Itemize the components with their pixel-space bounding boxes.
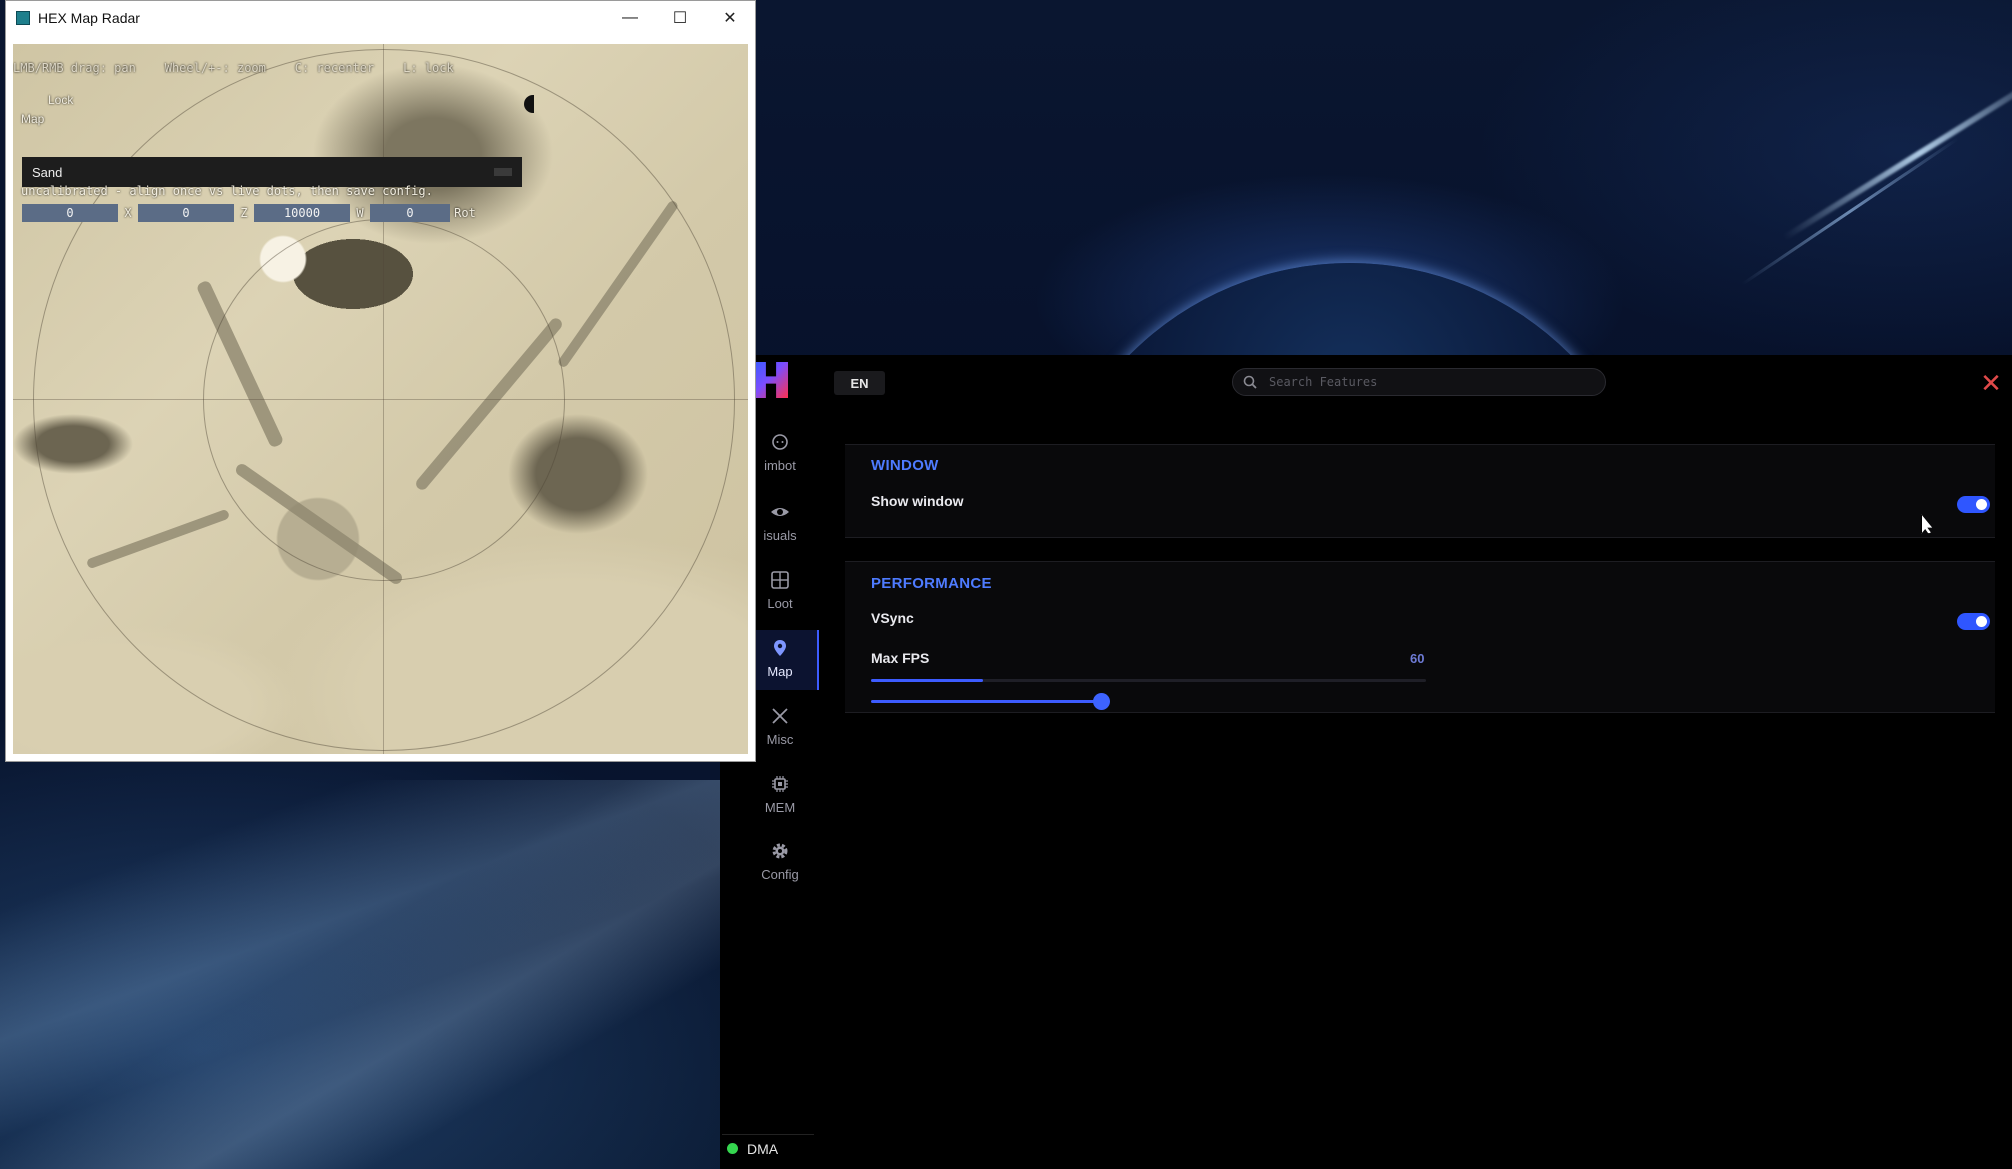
nav-item-mem[interactable]: MEM xyxy=(740,774,820,815)
loot-grid-icon xyxy=(771,571,789,589)
max-fps-value: 60 xyxy=(1410,651,1425,666)
offset-x-label: X xyxy=(124,206,132,220)
section-performance: PERFORMANCE VSync Max FPS 60 xyxy=(845,561,1995,713)
search-icon xyxy=(1243,375,1257,389)
tools-icon xyxy=(772,708,788,724)
radar-crosshair-horizontal xyxy=(13,399,748,400)
section-window: WINDOW Show window xyxy=(845,444,1995,538)
app-icon xyxy=(16,11,30,25)
offset-z-label: Z xyxy=(240,206,248,220)
map-pin-icon xyxy=(774,640,786,656)
calibration-status: uncalibrated - align once vs live dots, … xyxy=(21,184,433,198)
max-fps-progress-fill xyxy=(871,679,983,682)
toggle-knob xyxy=(1976,616,1987,627)
close-button[interactable]: ✕ xyxy=(705,1,755,35)
nav-item-label: isuals xyxy=(763,528,797,543)
calibration-inputs: 0 X 0 Z 10000 W 0 Rot xyxy=(22,204,480,222)
vsync-toggle[interactable] xyxy=(1957,613,1990,630)
radar-body: LMB/RMB drag: pan Wheel/+-: zoom C: rece… xyxy=(13,44,748,754)
search-bar[interactable] xyxy=(1232,368,1606,396)
map-canvas[interactable]: LMB/RMB drag: pan Wheel/+-: zoom C: rece… xyxy=(13,44,748,754)
maximize-button[interactable]: ☐ xyxy=(655,1,705,35)
eye-icon xyxy=(771,508,789,516)
close-icon[interactable]: ✕ xyxy=(1979,370,2003,396)
world-scale-label: W xyxy=(356,206,364,220)
nav-item-label: Loot xyxy=(767,596,793,611)
controls-hint: LMB/RMB drag: pan Wheel/+-: zoom C: rece… xyxy=(13,61,454,75)
search-input[interactable] xyxy=(1267,374,1571,390)
rotation-label: Rot xyxy=(454,206,476,220)
map-select[interactable]: Sand xyxy=(22,157,522,187)
chip-icon xyxy=(772,776,788,792)
section-title: PERFORMANCE xyxy=(871,575,992,592)
radar-range-ring xyxy=(203,219,565,581)
offset-x-input[interactable]: 0 xyxy=(22,204,118,222)
window-title: HEX Map Radar xyxy=(38,10,140,26)
rotation-input[interactable]: 0 xyxy=(370,204,450,222)
lock-checkbox-label[interactable]: Lock xyxy=(48,93,73,107)
gear-icon xyxy=(772,843,788,859)
nav-item-label: imbot xyxy=(764,458,796,473)
max-fps-progress-track xyxy=(871,679,1426,682)
aimbot-icon xyxy=(772,434,788,450)
nav-item-label: MEM xyxy=(764,800,796,815)
sidebar-divider xyxy=(722,1134,814,1135)
wallpaper-aurora xyxy=(0,780,720,1169)
status-label: DMA xyxy=(747,1141,779,1157)
world-scale-input[interactable]: 10000 xyxy=(254,204,350,222)
dropdown-arrow-icon xyxy=(494,168,512,176)
nav-item-config[interactable]: Config xyxy=(740,841,820,882)
max-fps-slider-track[interactable] xyxy=(871,700,1101,703)
offset-z-input[interactable]: 0 xyxy=(138,204,234,222)
toggle-knob xyxy=(1976,499,1987,510)
minimize-button[interactable]: — xyxy=(605,1,655,35)
show-window-toggle[interactable] xyxy=(1957,496,1990,513)
radar-window: HEX Map Radar — ☐ ✕ LMB/RMB drag: pan Wh… xyxy=(5,0,756,762)
nav-item-label: Misc xyxy=(766,732,794,747)
radar-titlebar[interactable]: HEX Map Radar — ☐ ✕ xyxy=(6,1,755,35)
show-window-label: Show window xyxy=(871,493,964,509)
nav-item-label: Config xyxy=(761,867,799,882)
nav-item-label: Map xyxy=(767,664,793,679)
max-fps-slider-handle[interactable] xyxy=(1093,693,1110,710)
vsync-label: VSync xyxy=(871,610,914,626)
map-select-value: Sand xyxy=(32,164,63,180)
map-label: Map xyxy=(21,112,45,126)
section-title: WINDOW xyxy=(871,457,939,474)
max-fps-label: Max FPS xyxy=(871,650,930,666)
status-indicator-dot xyxy=(727,1143,738,1154)
language-button[interactable]: EN xyxy=(834,371,885,395)
